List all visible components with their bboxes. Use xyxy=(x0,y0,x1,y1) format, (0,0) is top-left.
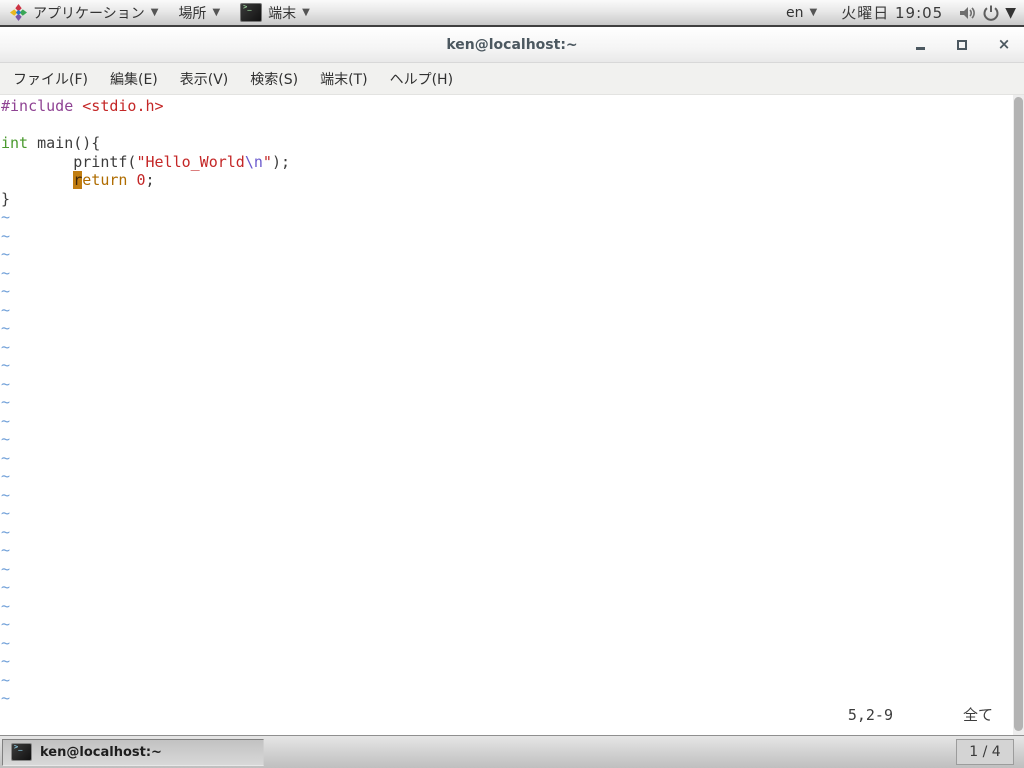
terminal-screen[interactable]: #include <stdio.h> int main(){ printf("H… xyxy=(0,95,1024,735)
tilde-line: ~ xyxy=(1,319,11,337)
editor-lines: #include <stdio.h> int main(){ printf("H… xyxy=(1,97,1012,708)
applications-menu[interactable]: アプリケーション ▼ xyxy=(0,0,168,25)
active-app-menu[interactable]: 端末 ▼ xyxy=(230,0,320,25)
menubar-item[interactable]: ファイル(F) xyxy=(2,64,99,94)
close-icon: × xyxy=(997,35,1011,53)
code-line: } xyxy=(1,189,11,208)
tilde-line: ~ xyxy=(1,374,11,393)
close-button[interactable]: × xyxy=(996,37,1012,53)
menubar-item[interactable]: ヘルプ(H) xyxy=(379,64,464,94)
chevron-down-icon: ▼ xyxy=(302,7,310,18)
tilde-line: ~ xyxy=(1,300,11,319)
window-titlebar[interactable]: ken@localhost:~ × xyxy=(0,27,1024,63)
tilde-line: ~ xyxy=(1,282,11,300)
minimize-icon xyxy=(915,46,925,50)
desktop: アプリケーション ▼ 場所 ▼ 端末 ▼ en ▼ 火曜日 19:05 xyxy=(0,0,1024,768)
keyboard-layout-label: en xyxy=(786,4,804,21)
panel-status-area: en ▼ 火曜日 19:05 ▼ xyxy=(776,2,1024,23)
tilde-line: ~ xyxy=(1,467,11,485)
taskbar-window-button[interactable]: ken@localhost:~ xyxy=(2,738,264,766)
menubar-item[interactable]: 編集(E) xyxy=(99,64,169,94)
keyboard-layout-indicator[interactable]: en ▼ xyxy=(776,5,827,21)
tilde-line: ~ xyxy=(1,245,11,263)
vim-scroll-position: 全て xyxy=(962,706,993,724)
tilde-line: ~ xyxy=(1,633,11,652)
terminal-icon xyxy=(11,743,32,761)
active-app-label: 端末 xyxy=(268,5,297,22)
tilde-line: ~ xyxy=(1,485,11,504)
scrollbar-thumb[interactable] xyxy=(1014,97,1023,731)
tilde-line: ~ xyxy=(1,596,11,615)
tilde-line: ~ xyxy=(1,559,11,578)
code-line: int main(){ xyxy=(1,134,101,152)
maximize-icon xyxy=(957,39,967,50)
tilde-line: ~ xyxy=(1,522,11,541)
tilde-line: ~ xyxy=(1,689,11,707)
applications-pinwheel-icon xyxy=(10,4,27,21)
terminal-scrollbar[interactable] xyxy=(1013,95,1024,735)
tilde-line: ~ xyxy=(1,430,11,448)
places-label: 場所 xyxy=(178,5,207,22)
tilde-line: ~ xyxy=(1,504,11,522)
power-icon[interactable] xyxy=(981,3,1001,23)
window-title: ken@localhost:~ xyxy=(446,36,578,53)
chevron-down-icon[interactable]: ▼ xyxy=(1005,5,1016,21)
window-controls: × xyxy=(912,27,1012,62)
maximize-button[interactable] xyxy=(954,37,970,53)
top-panel: アプリケーション ▼ 場所 ▼ 端末 ▼ en ▼ 火曜日 19:05 xyxy=(0,0,1024,27)
code-line: #include <stdio.h> xyxy=(1,97,164,115)
tilde-line: ~ xyxy=(1,411,11,430)
places-menu[interactable]: 場所 ▼ xyxy=(168,0,230,25)
chevron-down-icon: ▼ xyxy=(212,7,221,18)
vim-ruler: 5,2-9 xyxy=(847,706,893,724)
terminal-icon xyxy=(240,3,263,22)
vim-cursor: r xyxy=(73,171,83,189)
code-line: return 0; xyxy=(73,171,155,189)
chevron-down-icon: ▼ xyxy=(150,7,159,18)
menubar-item[interactable]: 表示(V) xyxy=(169,64,240,94)
tilde-line: ~ xyxy=(1,393,11,411)
tilde-line: ~ xyxy=(1,670,11,689)
tilde-line: ~ xyxy=(1,652,11,670)
tilde-line: ~ xyxy=(1,578,11,596)
applications-label: アプリケーション xyxy=(33,5,145,22)
terminal-menubar: ファイル(F) 編集(E) 表示(V) 検索(S) 端末(T) ヘルプ(H) xyxy=(0,63,1024,95)
volume-icon[interactable] xyxy=(957,3,977,23)
bottom-taskbar: ken@localhost:~ 1 / 4 xyxy=(0,735,1024,768)
code-line: printf("Hello_World\n"); xyxy=(1,152,290,171)
tilde-line: ~ xyxy=(1,615,11,633)
menubar-item[interactable]: 検索(S) xyxy=(239,64,309,94)
tilde-line: ~ xyxy=(1,356,11,374)
tilde-line: ~ xyxy=(1,208,11,226)
chevron-down-icon: ▼ xyxy=(809,7,818,18)
minimize-button[interactable] xyxy=(912,37,928,53)
tilde-line: ~ xyxy=(1,226,11,245)
tilde-line: ~ xyxy=(1,448,11,467)
tilde-line: ~ xyxy=(1,337,11,356)
tilde-line: ~ xyxy=(1,263,11,282)
menubar-item[interactable]: 端末(T) xyxy=(309,64,378,94)
clock[interactable]: 火曜日 19:05 xyxy=(831,2,953,23)
taskbar-window-label: ken@localhost:~ xyxy=(40,744,162,760)
workspace-switcher[interactable]: 1 / 4 xyxy=(956,739,1014,765)
tilde-line: ~ xyxy=(1,541,11,559)
